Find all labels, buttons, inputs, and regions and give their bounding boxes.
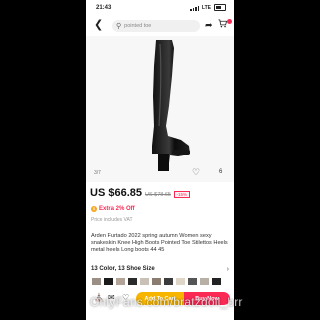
original-price: US $78.65 bbox=[144, 192, 171, 198]
cart-badge bbox=[227, 19, 232, 24]
search-input[interactable]: ⚲ pointed toe bbox=[112, 20, 200, 32]
current-price: US $66.85 bbox=[90, 187, 142, 199]
watermark-text: OnlyFans.com/bratzdoll_brr bbox=[90, 295, 243, 309]
search-icon: ⚲ bbox=[116, 23, 122, 30]
chevron-right-icon: › bbox=[226, 266, 229, 273]
back-arrow-icon[interactable]: ❮ bbox=[94, 20, 103, 31]
variant-label: 13 Color, 13 Shoe Size bbox=[91, 266, 155, 272]
signal-icon bbox=[190, 5, 199, 11]
top-nav: ❮ ⚲ pointed toe ➦ bbox=[86, 16, 234, 36]
discount-badge: -15% bbox=[173, 191, 190, 198]
image-counter: 3/7 bbox=[94, 170, 101, 176]
coin-icon: $ bbox=[91, 206, 97, 212]
boot-image bbox=[152, 40, 190, 171]
extra-discount-label: Extra 2% Off bbox=[99, 206, 135, 212]
status-bar: 21:43 LTE bbox=[86, 2, 234, 14]
share-icon[interactable]: ➦ bbox=[205, 20, 213, 31]
price-row: US $66.85 US $78.65 -15% bbox=[90, 187, 190, 199]
product-title: Arden Furtado 2022 spring autumn Women s… bbox=[91, 233, 228, 254]
cart-icon[interactable] bbox=[218, 19, 228, 31]
status-time: 21:43 bbox=[96, 5, 112, 11]
app-screen: 21:43 LTE ❮ ⚲ pointed toe ➦ 3/7 ♡ 6 US $… bbox=[86, 0, 234, 320]
background-right bbox=[234, 0, 320, 320]
variant-thumbnails[interactable] bbox=[86, 277, 234, 285]
search-placeholder: pointed toe bbox=[124, 23, 152, 29]
wishlist-count: 6 bbox=[219, 169, 223, 175]
extra-discount[interactable]: $ Extra 2% Off bbox=[91, 206, 135, 212]
background-left bbox=[0, 0, 86, 320]
vat-note: Price includes VAT bbox=[91, 217, 133, 223]
variant-selector[interactable]: 13 Color, 13 Shoe Size › bbox=[91, 266, 229, 273]
product-image[interactable]: 3/7 ♡ 6 bbox=[86, 36, 234, 182]
heart-icon[interactable]: ♡ bbox=[192, 167, 200, 178]
battery-icon bbox=[214, 4, 226, 11]
network-label: LTE bbox=[201, 4, 211, 11]
